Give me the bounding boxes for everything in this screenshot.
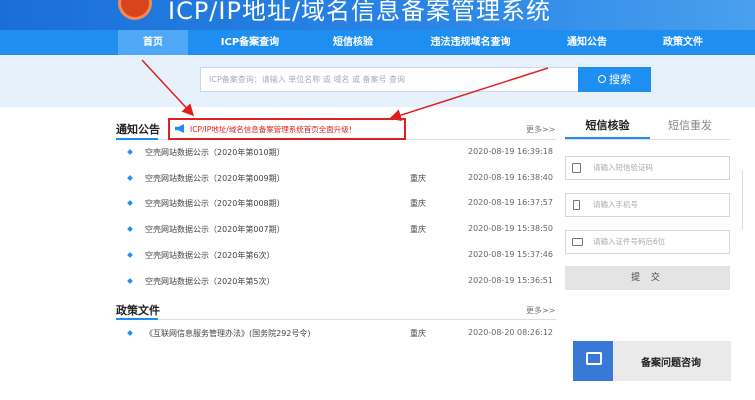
list-item-title: 空壳网站数据公示（2020年第5次） (145, 277, 275, 286)
list-item-title: 《互联网信息服务管理办法》(国务院292号令) (145, 329, 311, 338)
notices-underline (116, 138, 158, 140)
list-item-title: 空壳网站数据公示（2020年第007期） (145, 225, 285, 234)
tab-sms-verify[interactable]: 短信核验 (565, 115, 650, 139)
list-item-region: 重庆 (410, 174, 426, 183)
bullet-icon (127, 200, 133, 206)
list-item-date: 2020-08-19 16:38:40 (468, 173, 553, 182)
list-item-date: 2020-08-20 08:26:12 (468, 328, 553, 337)
bullet-icon (127, 149, 133, 155)
list-item-date: 2020-08-19 16:37:57 (468, 198, 553, 207)
message-icon (572, 163, 581, 173)
search-icon (598, 75, 606, 83)
list-item-title: 空壳网站数据公示（2020年第009期） (145, 174, 285, 183)
list-item-date: 2020-08-19 15:38:50 (468, 224, 553, 233)
notices-title: 通知公告 (116, 123, 160, 136)
list-item[interactable]: 《互联网信息服务管理办法》(国务院292号令) 重庆 2020-08-20 08… (127, 327, 553, 341)
id-number-placeholder: 请输入证件号码后6位 (593, 237, 666, 246)
list-item-region: 重庆 (410, 225, 426, 234)
main-nav: 首页 ICP备案查询 短信核验 违法违规域名查询 通知公告 政策文件 (0, 30, 755, 55)
consult-button[interactable]: 备案问题咨询 (573, 341, 731, 381)
policy-underline (116, 318, 158, 320)
list-item-title: 空壳网站数据公示（2020年第6次） (145, 251, 275, 260)
bullet-icon (127, 252, 133, 258)
phone-placeholder: 请输入手机号 (593, 200, 638, 209)
policy-title: 政策文件 (116, 304, 160, 317)
notices-more-link[interactable]: 更多>> (526, 124, 555, 135)
sms-tabs-divider (565, 139, 730, 140)
consult-label: 备案问题咨询 (641, 358, 701, 369)
announcement-banner[interactable]: ICP/IP地址/域名信息备案管理系统首页全面升级！ (168, 118, 406, 140)
bullet-icon (127, 226, 133, 232)
tab-sms-resend[interactable]: 短信重发 (650, 115, 730, 139)
sms-code-placeholder: 请输入短信验证码 (593, 163, 653, 172)
bullet-icon (127, 330, 133, 336)
nav-item-policy[interactable]: 政策文件 (648, 30, 718, 55)
phone-icon (573, 200, 580, 210)
id-card-icon (572, 238, 583, 246)
list-item[interactable]: 空壳网站数据公示（2020年第007期） 重庆 2020-08-19 15:38… (127, 223, 553, 237)
search-button[interactable]: 搜索 (578, 67, 651, 92)
nav-item-illegal-domain[interactable]: 违法违规域名查询 (418, 30, 523, 55)
search-input[interactable]: ICP备案查询：请输入 单位名称 或 域名 或 备案号 查询 (200, 67, 580, 92)
nav-item-sms-verify[interactable]: 短信核验 (318, 30, 388, 55)
bullet-icon (127, 278, 133, 284)
side-edge (742, 170, 755, 230)
search-button-label: 搜索 (609, 73, 631, 86)
site-banner: ICP/IP地址/域名信息备案管理系统 (0, 0, 755, 30)
sms-tabs: 短信核验 短信重发 (565, 115, 730, 139)
list-item-date: 2020-08-19 16:39:18 (468, 147, 553, 156)
list-item-title: 空壳网站数据公示（2020年第010期） (145, 148, 285, 157)
speaker-icon (175, 124, 184, 133)
sms-code-field[interactable]: 请输入短信验证码 (565, 156, 730, 180)
list-item[interactable]: 空壳网站数据公示（2020年第009期） 重庆 2020-08-19 16:38… (127, 172, 553, 186)
list-item[interactable]: 空壳网站数据公示（2020年第6次） 2020-08-19 15:37:46 (127, 249, 553, 263)
nav-item-notices[interactable]: 通知公告 (552, 30, 622, 55)
bullet-icon (127, 175, 133, 181)
emblem-icon (118, 0, 152, 20)
list-item-region: 重庆 (410, 329, 426, 338)
list-item[interactable]: 空壳网站数据公示（2020年第010期） 2020-08-19 16:39:18 (127, 146, 553, 160)
policy-more-link[interactable]: 更多>> (526, 305, 555, 316)
list-item-date: 2020-08-19 15:36:51 (468, 276, 553, 285)
id-number-field[interactable]: 请输入证件号码后6位 (565, 230, 730, 254)
list-item-title: 空壳网站数据公示（2020年第008期） (145, 199, 285, 208)
site-title: ICP/IP地址/域名信息备案管理系统 (168, 0, 552, 25)
list-item[interactable]: 空壳网站数据公示（2020年第008期） 重庆 2020-08-19 16:37… (127, 197, 553, 211)
search-band: ICP备案查询：请输入 单位名称 或 域名 或 备案号 查询 搜索 (0, 55, 755, 107)
nav-item-icp-query[interactable]: ICP备案查询 (205, 30, 295, 55)
submit-button[interactable]: 提 交 (565, 266, 730, 290)
list-item[interactable]: 空壳网站数据公示（2020年第5次） 2020-08-19 15:36:51 (127, 275, 553, 289)
list-item-date: 2020-08-19 15:37:46 (468, 250, 553, 259)
list-item-region: 重庆 (410, 199, 426, 208)
policy-divider (116, 319, 556, 320)
announcement-text: ICP/IP地址/域名信息备案管理系统首页全面升级！ (190, 125, 357, 134)
chat-icon (586, 352, 602, 365)
phone-field[interactable]: 请输入手机号 (565, 193, 730, 217)
consult-icon-box (573, 341, 613, 381)
nav-item-home[interactable]: 首页 (118, 30, 188, 55)
